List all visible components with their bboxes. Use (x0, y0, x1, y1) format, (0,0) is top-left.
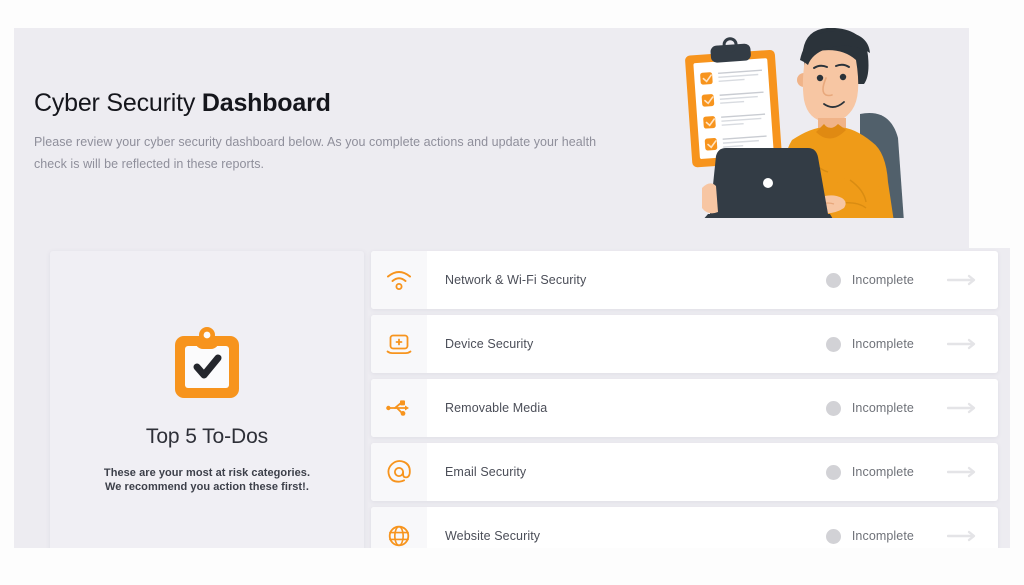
checklist-row-website-security[interactable]: Website Security Incomplete (371, 507, 998, 548)
illustration-right-mask (969, 28, 1010, 248)
dashboard-screen: Cyber Security Dashboard Please review y… (0, 0, 1024, 585)
usb-icon (371, 379, 427, 437)
todo-description-line-1: These are your most at risk categories. (103, 467, 311, 479)
person-at-laptop-with-clipboard-illustration (664, 28, 974, 218)
status-dot (825, 272, 841, 288)
checklist-row-status: Incomplete (825, 315, 926, 373)
checklist-row-label: Device Security (445, 337, 534, 351)
status-dot (825, 336, 841, 352)
page-subtitle: Please review your cyber security dashbo… (34, 135, 597, 171)
checklist-row-label: Removable Media (445, 401, 548, 415)
checklist-row-label: Email Security (445, 465, 527, 479)
clipboard-check-icon (171, 326, 243, 404)
top-todos-card: Top 5 To-Dos These are your most at risk… (50, 251, 364, 548)
status-label: Incomplete (851, 529, 914, 543)
status-label: Incomplete (851, 401, 914, 415)
checklist-row-label: Website Security (445, 529, 541, 543)
status-dot (825, 464, 841, 480)
arrow-right-icon[interactable] (926, 507, 998, 548)
checklist-row-status: Incomplete (825, 507, 926, 548)
page-title-regular: Cyber Security (34, 89, 202, 117)
wifi-icon (371, 251, 427, 309)
checklist-row-device-security[interactable]: Device Security Incomplete (371, 315, 998, 373)
arrow-right-icon[interactable] (926, 315, 998, 373)
page-title-bold: Dashboard (201, 89, 331, 117)
checklist-row-email-security[interactable]: Email Security Incomplete (371, 443, 998, 501)
dashboard-panel: Cyber Security Dashboard Please review y… (14, 28, 1010, 548)
checklist-row-label: Network & Wi-Fi Security (445, 273, 587, 287)
checklist-row-status: Incomplete (825, 251, 926, 309)
todo-heading: Top 5 To-Dos (145, 425, 269, 448)
checklist-row-status: Incomplete (825, 379, 926, 437)
todo-description: These are your most at risk categories. … (104, 466, 310, 494)
status-dot (825, 528, 841, 544)
arrow-right-icon[interactable] (926, 251, 998, 309)
laptop-plus-icon (371, 315, 427, 373)
status-label: Incomplete (851, 465, 914, 479)
arrow-right-icon[interactable] (926, 443, 998, 501)
globe-icon (371, 507, 427, 548)
todo-description-line-2: We recommend you action these first!. (105, 481, 309, 493)
arrow-right-icon[interactable] (926, 379, 998, 437)
status-label: Incomplete (851, 273, 914, 287)
checklist-row-removable-media[interactable]: Removable Media Incomplete (371, 379, 998, 437)
status-label: Incomplete (851, 337, 914, 351)
checklist: Network & Wi-Fi Security Incomplete Devi… (371, 251, 998, 548)
page-title: Cyber Security Dashboard (34, 88, 644, 118)
status-dot (825, 400, 841, 416)
checklist-row-network-wifi-security[interactable]: Network & Wi-Fi Security Incomplete (371, 251, 998, 309)
at-sign-icon (371, 443, 427, 501)
header-block: Cyber Security Dashboard Please review y… (34, 88, 644, 175)
checklist-row-status: Incomplete (825, 443, 926, 501)
